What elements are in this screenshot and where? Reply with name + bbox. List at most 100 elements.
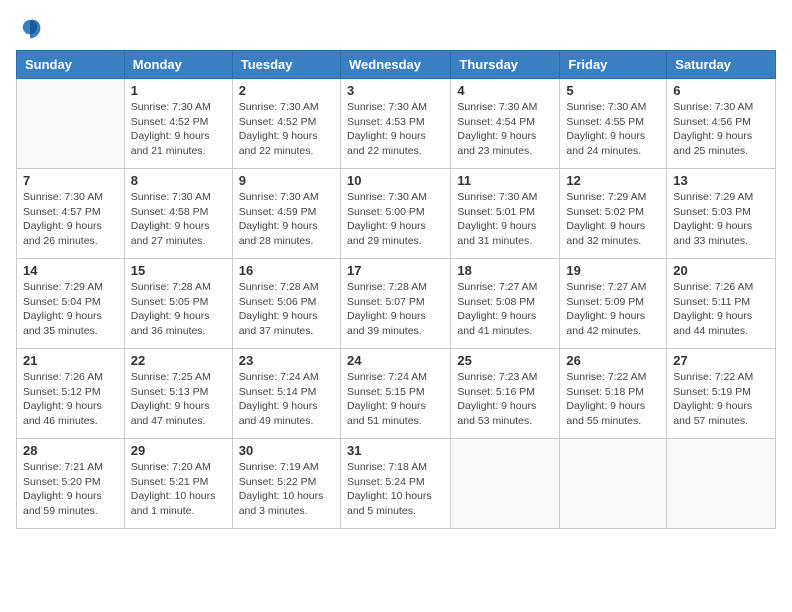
day-info: Sunrise: 7:30 AM Sunset: 4:52 PM Dayligh… [239, 100, 334, 159]
logo-icon [18, 16, 42, 40]
day-number: 11 [457, 173, 553, 188]
day-info: Sunrise: 7:28 AM Sunset: 5:05 PM Dayligh… [131, 280, 226, 339]
day-info: Sunrise: 7:26 AM Sunset: 5:11 PM Dayligh… [673, 280, 769, 339]
day-cell: 2 Sunrise: 7:30 AM Sunset: 4:52 PM Daylig… [232, 79, 340, 169]
day-number: 29 [131, 443, 226, 458]
header-row: SundayMondayTuesdayWednesdayThursdayFrid… [17, 51, 776, 79]
day-number: 17 [347, 263, 444, 278]
day-number: 2 [239, 83, 334, 98]
day-number: 23 [239, 353, 334, 368]
day-number: 3 [347, 83, 444, 98]
calendar-table: SundayMondayTuesdayWednesdayThursdayFrid… [16, 50, 776, 529]
day-info: Sunrise: 7:29 AM Sunset: 5:03 PM Dayligh… [673, 190, 769, 249]
day-cell: 15Sunrise: 7:28 AM Sunset: 5:05 PM Dayli… [124, 259, 232, 349]
day-number: 9 [239, 173, 334, 188]
header [16, 16, 776, 40]
day-number: 12 [566, 173, 660, 188]
day-number: 28 [23, 443, 118, 458]
day-number: 8 [131, 173, 226, 188]
day-cell: 21Sunrise: 7:26 AM Sunset: 5:12 PM Dayli… [17, 349, 125, 439]
day-number: 20 [673, 263, 769, 278]
day-info: Sunrise: 7:30 AM Sunset: 5:00 PM Dayligh… [347, 190, 444, 249]
day-cell: 26 Sunrise: 7:22 AM Sunset: 5:18 PM Dayli… [560, 349, 667, 439]
day-info: Sunrise: 7:27 AM Sunset: 5:09 PM Dayligh… [566, 280, 660, 339]
day-cell: 20 Sunrise: 7:26 AM Sunset: 5:11 PM Dayli… [667, 259, 776, 349]
day-cell: 23 Sunrise: 7:24 AM Sunset: 5:14 PM Dayli… [232, 349, 340, 439]
day-cell [667, 439, 776, 529]
day-info: Sunrise: 7:24 AM Sunset: 5:14 PM Dayligh… [239, 370, 334, 429]
day-cell: 28Sunrise: 7:21 AM Sunset: 5:20 PM Dayli… [17, 439, 125, 529]
week-row-3: 14 Sunrise: 7:29 AM Sunset: 5:04 PM Dayli… [17, 259, 776, 349]
day-info: Sunrise: 7:30 AM Sunset: 4:53 PM Dayligh… [347, 100, 444, 159]
day-info: Sunrise: 7:22 AM Sunset: 5:19 PM Dayligh… [673, 370, 769, 429]
week-row-1: 1 Sunrise: 7:30 AM Sunset: 4:52 PM Daylig… [17, 79, 776, 169]
day-info: Sunrise: 7:22 AM Sunset: 5:18 PM Dayligh… [566, 370, 660, 429]
day-cell: 8 Sunrise: 7:30 AM Sunset: 4:58 PM Daylig… [124, 169, 232, 259]
day-cell: 27 Sunrise: 7:22 AM Sunset: 5:19 PM Dayli… [667, 349, 776, 439]
column-header-tuesday: Tuesday [232, 51, 340, 79]
day-number: 1 [131, 83, 226, 98]
column-header-friday: Friday [560, 51, 667, 79]
day-number: 30 [239, 443, 334, 458]
day-cell: 7 Sunrise: 7:30 AM Sunset: 4:57 PM Daylig… [17, 169, 125, 259]
day-number: 7 [23, 173, 118, 188]
day-number: 25 [457, 353, 553, 368]
day-info: Sunrise: 7:23 AM Sunset: 5:16 PM Dayligh… [457, 370, 553, 429]
day-cell: 17 Sunrise: 7:28 AM Sunset: 5:07 PM Dayli… [340, 259, 450, 349]
day-number: 13 [673, 173, 769, 188]
day-number: 19 [566, 263, 660, 278]
day-number: 22 [131, 353, 226, 368]
day-cell: 25 Sunrise: 7:23 AM Sunset: 5:16 PM Dayli… [451, 349, 560, 439]
day-cell: 9Sunrise: 7:30 AM Sunset: 4:59 PM Daylig… [232, 169, 340, 259]
day-cell: 14 Sunrise: 7:29 AM Sunset: 5:04 PM Dayli… [17, 259, 125, 349]
day-cell: 12 Sunrise: 7:29 AM Sunset: 5:02 PM Dayli… [560, 169, 667, 259]
day-info: Sunrise: 7:18 AM Sunset: 5:24 PM Dayligh… [347, 460, 444, 519]
day-number: 27 [673, 353, 769, 368]
day-cell: 29 Sunrise: 7:20 AM Sunset: 5:21 PM Dayli… [124, 439, 232, 529]
day-cell: 31 Sunrise: 7:18 AM Sunset: 5:24 PM Dayli… [340, 439, 450, 529]
day-cell: 24 Sunrise: 7:24 AM Sunset: 5:15 PM Dayli… [340, 349, 450, 439]
day-info: Sunrise: 7:30 AM Sunset: 4:54 PM Dayligh… [457, 100, 553, 159]
day-info: Sunrise: 7:30 AM Sunset: 4:55 PM Dayligh… [566, 100, 660, 159]
week-row-5: 28Sunrise: 7:21 AM Sunset: 5:20 PM Dayli… [17, 439, 776, 529]
day-cell: 6Sunrise: 7:30 AM Sunset: 4:56 PM Daylig… [667, 79, 776, 169]
day-info: Sunrise: 7:27 AM Sunset: 5:08 PM Dayligh… [457, 280, 553, 339]
day-number: 5 [566, 83, 660, 98]
day-info: Sunrise: 7:28 AM Sunset: 5:07 PM Dayligh… [347, 280, 444, 339]
day-info: Sunrise: 7:19 AM Sunset: 5:22 PM Dayligh… [239, 460, 334, 519]
day-info: Sunrise: 7:29 AM Sunset: 5:04 PM Dayligh… [23, 280, 118, 339]
day-cell: 22Sunrise: 7:25 AM Sunset: 5:13 PM Dayli… [124, 349, 232, 439]
day-number: 10 [347, 173, 444, 188]
day-info: Sunrise: 7:30 AM Sunset: 4:58 PM Dayligh… [131, 190, 226, 249]
day-cell: 30 Sunrise: 7:19 AM Sunset: 5:22 PM Dayli… [232, 439, 340, 529]
day-info: Sunrise: 7:30 AM Sunset: 4:52 PM Dayligh… [131, 100, 226, 159]
day-cell: 4 Sunrise: 7:30 AM Sunset: 4:54 PM Daylig… [451, 79, 560, 169]
day-cell: 5 Sunrise: 7:30 AM Sunset: 4:55 PM Daylig… [560, 79, 667, 169]
day-cell: 13 Sunrise: 7:29 AM Sunset: 5:03 PM Dayli… [667, 169, 776, 259]
day-cell [451, 439, 560, 529]
day-number: 4 [457, 83, 553, 98]
day-cell [560, 439, 667, 529]
day-info: Sunrise: 7:20 AM Sunset: 5:21 PM Dayligh… [131, 460, 226, 519]
week-row-2: 7 Sunrise: 7:30 AM Sunset: 4:57 PM Daylig… [17, 169, 776, 259]
column-header-monday: Monday [124, 51, 232, 79]
column-header-wednesday: Wednesday [340, 51, 450, 79]
day-cell: 3 Sunrise: 7:30 AM Sunset: 4:53 PM Daylig… [340, 79, 450, 169]
day-cell: 11Sunrise: 7:30 AM Sunset: 5:01 PM Dayli… [451, 169, 560, 259]
column-header-saturday: Saturday [667, 51, 776, 79]
week-row-4: 21Sunrise: 7:26 AM Sunset: 5:12 PM Dayli… [17, 349, 776, 439]
day-info: Sunrise: 7:30 AM Sunset: 4:57 PM Dayligh… [23, 190, 118, 249]
day-cell: 19 Sunrise: 7:27 AM Sunset: 5:09 PM Dayli… [560, 259, 667, 349]
day-info: Sunrise: 7:29 AM Sunset: 5:02 PM Dayligh… [566, 190, 660, 249]
day-number: 6 [673, 83, 769, 98]
day-number: 26 [566, 353, 660, 368]
day-number: 24 [347, 353, 444, 368]
day-cell: 1 Sunrise: 7:30 AM Sunset: 4:52 PM Daylig… [124, 79, 232, 169]
day-number: 31 [347, 443, 444, 458]
column-header-thursday: Thursday [451, 51, 560, 79]
day-info: Sunrise: 7:24 AM Sunset: 5:15 PM Dayligh… [347, 370, 444, 429]
logo [16, 16, 42, 40]
day-number: 14 [23, 263, 118, 278]
day-info: Sunrise: 7:28 AM Sunset: 5:06 PM Dayligh… [239, 280, 334, 339]
day-number: 21 [23, 353, 118, 368]
